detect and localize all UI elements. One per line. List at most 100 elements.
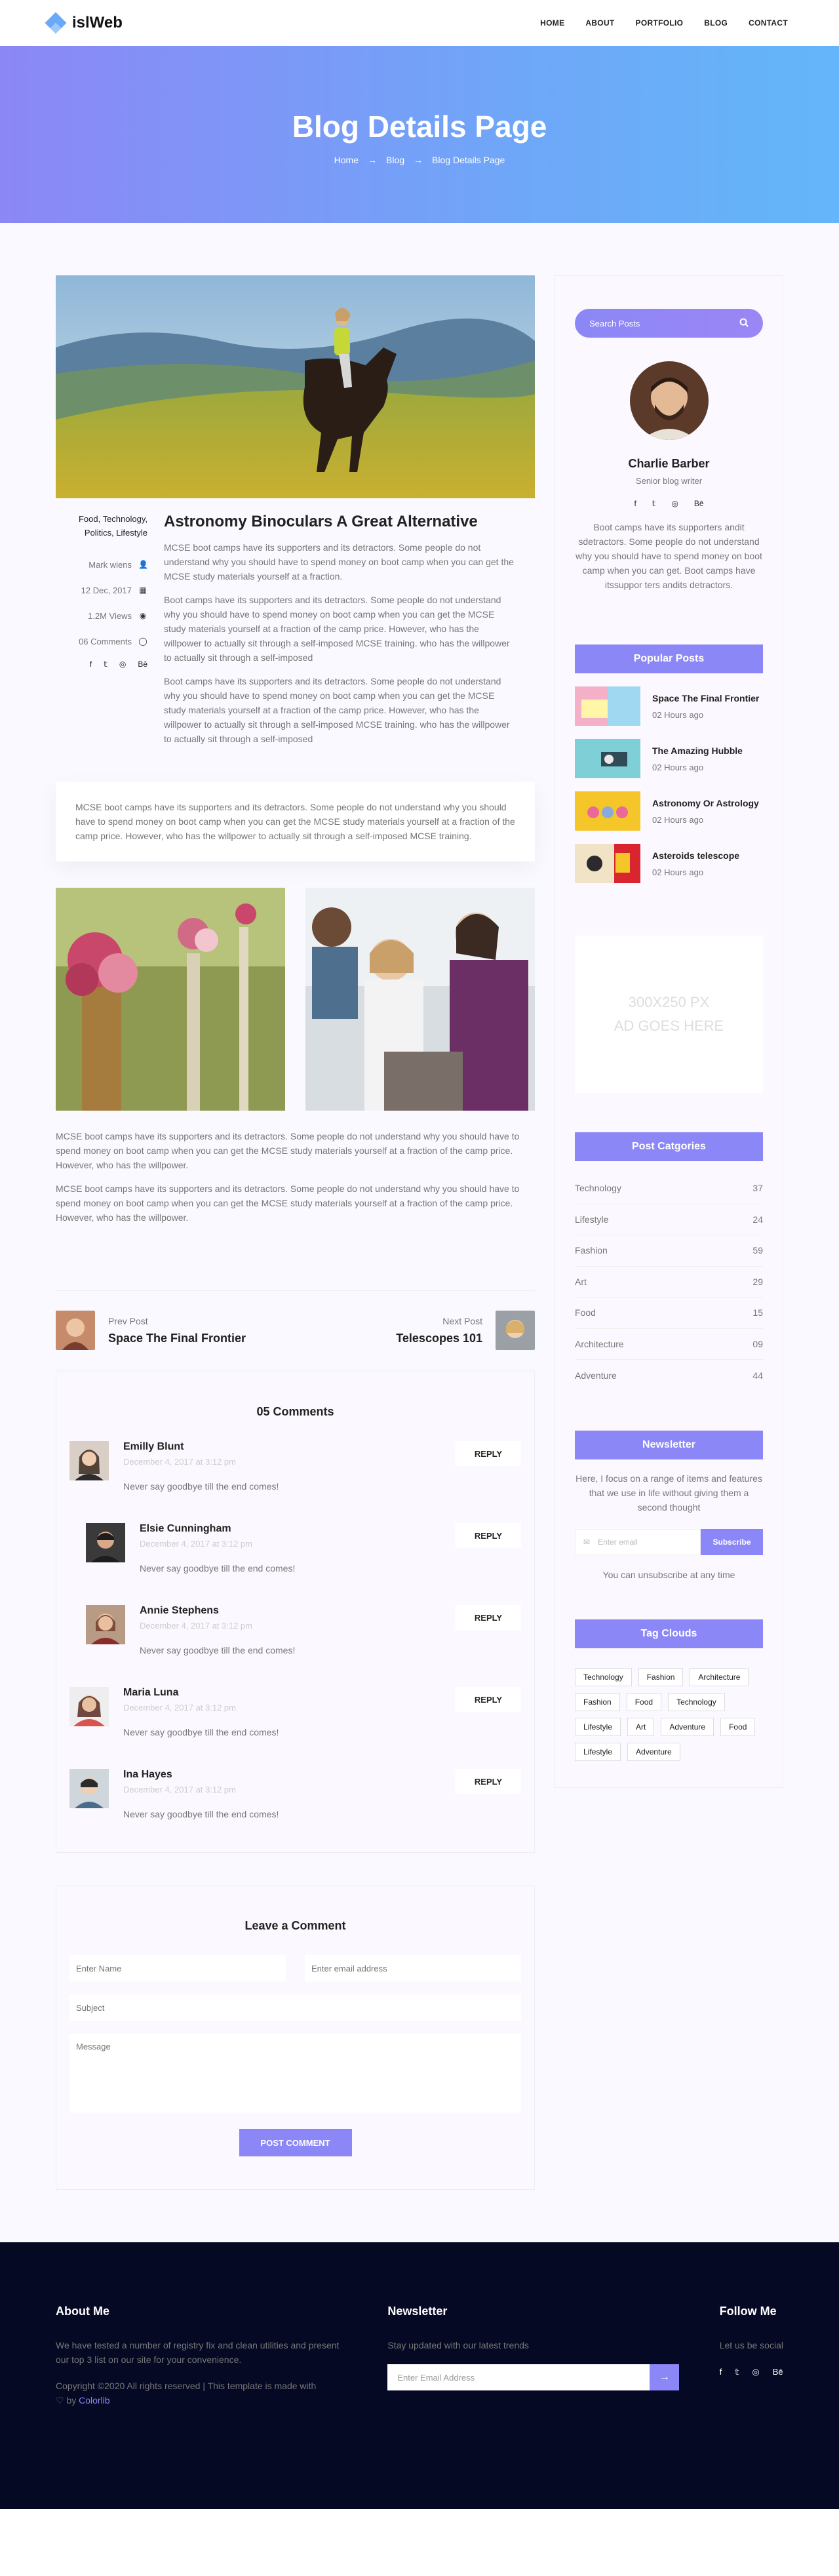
reply-button[interactable]: REPLY: [456, 1523, 521, 1548]
popular-post[interactable]: Space The Final Frontier 02 Hours ago: [575, 686, 763, 726]
popular-post[interactable]: The Amazing Hubble 02 Hours ago: [575, 739, 763, 778]
tag-item[interactable]: Architecture: [690, 1667, 749, 1686]
comments-title: 05 Comments: [256, 1405, 334, 1418]
footer-about-title: About Me: [56, 2305, 109, 2318]
category-item[interactable]: Art 29: [575, 1267, 763, 1298]
category-item[interactable]: Lifestyle 24: [575, 1204, 763, 1235]
footer-email-input[interactable]: Enter Email Address: [387, 2364, 650, 2390]
subscribe-button[interactable]: Subscribe: [701, 1528, 763, 1555]
post-comment-button[interactable]: POST COMMENT: [239, 2129, 352, 2156]
category-item[interactable]: Food 15: [575, 1298, 763, 1329]
user-icon: 👤: [138, 560, 148, 570]
ad-text: AD GOES HERE: [614, 1018, 724, 1034]
behance-icon[interactable]: Bē: [138, 660, 147, 669]
meta-date[interactable]: 12 Dec, 2017 ▦: [56, 578, 147, 603]
comment-author[interactable]: Emilly Blunt: [123, 1441, 279, 1453]
crumb-blog[interactable]: Blog: [386, 155, 404, 165]
nav-contact[interactable]: CONTACT: [749, 18, 788, 28]
meta-comments[interactable]: 06 Comments ◯: [56, 629, 147, 654]
prev-post-link[interactable]: Prev Post Space The Final Frontier: [56, 1311, 246, 1350]
category-item[interactable]: Adventure 44: [575, 1360, 763, 1391]
post-paragraph: MCSE boot camps have its supporters and …: [56, 1183, 520, 1223]
message-textarea[interactable]: [69, 2034, 521, 2112]
meta-author[interactable]: Mark wiens 👤: [56, 552, 148, 578]
dribbble-icon[interactable]: ◎: [752, 2367, 759, 2377]
reply-button[interactable]: REPLY: [456, 1687, 521, 1712]
arrow-right-icon[interactable]: →: [650, 2364, 680, 2390]
twitter-icon[interactable]: 𝕥: [735, 2367, 739, 2377]
category-item[interactable]: Fashion 59: [575, 1235, 763, 1267]
nav-home[interactable]: HOME: [540, 18, 564, 28]
tag-item[interactable]: Food: [626, 1692, 662, 1711]
post-tags[interactable]: Food, Technology, Politics, Lifestyle: [56, 513, 147, 540]
category-item[interactable]: Technology 37: [575, 1173, 763, 1204]
comment-author[interactable]: Maria Luna: [123, 1687, 279, 1699]
ad-placeholder[interactable]: 300X250 PX AD GOES HERE: [575, 936, 763, 1093]
feature-image: [56, 275, 535, 498]
tag-item[interactable]: Lifestyle: [575, 1742, 621, 1761]
post-date: 12 Dec, 2017: [81, 585, 132, 595]
facebook-icon[interactable]: f: [720, 2367, 722, 2377]
form-title: Leave a Comment: [244, 1919, 346, 1932]
post-title: Astronomy Binoculars A Great Alternative: [164, 513, 478, 530]
tag-item[interactable]: Food: [720, 1717, 756, 1736]
subject-input[interactable]: [69, 1994, 521, 2021]
popular-post-title[interactable]: Space The Final Frontier: [652, 693, 759, 703]
main-section: Food, Technology, Politics, Lifestyle Ma…: [0, 223, 839, 2242]
hero-banner: Blog Details Page Home → Blog → Blog Det…: [0, 46, 839, 223]
author-bio: Boot camps have its supporters andit sde…: [576, 522, 762, 590]
search-icon[interactable]: [739, 318, 749, 329]
popular-post-title[interactable]: Astronomy Or Astrology: [652, 798, 759, 808]
email-input[interactable]: [305, 1955, 521, 1981]
category-item[interactable]: Architecture 09: [575, 1329, 763, 1360]
footer-follow-text: Let us be social: [719, 2340, 783, 2350]
tag-item[interactable]: Fashion: [638, 1667, 684, 1686]
popular-post-thumb: [575, 791, 640, 831]
comment-author[interactable]: Elsie Cunningham: [140, 1523, 295, 1535]
popular-post[interactable]: Asteroids telescope 02 Hours ago: [575, 844, 763, 883]
tag-item[interactable]: Adventure: [627, 1742, 680, 1761]
post-paragraph: Boot camps have its supporters and its d…: [164, 595, 510, 663]
tag-item[interactable]: Fashion: [575, 1692, 620, 1711]
category-name: Fashion: [575, 1245, 608, 1256]
search-bar[interactable]: Search Posts: [575, 309, 763, 338]
reply-button[interactable]: REPLY: [456, 1441, 521, 1466]
github-icon[interactable]: ◎: [671, 499, 678, 508]
nav-portfolio[interactable]: PORTFOLIO: [636, 18, 684, 28]
twitter-icon[interactable]: 𝕥: [652, 499, 656, 508]
nav-blog[interactable]: BLOG: [704, 18, 728, 28]
newsletter-email-input[interactable]: ✉ Enter email: [575, 1528, 701, 1555]
post-paragraph: Boot camps have its supporters and its d…: [164, 676, 510, 744]
nav-about[interactable]: ABOUT: [585, 18, 614, 28]
behance-icon[interactable]: Bē: [773, 2367, 783, 2377]
category-name: Architecture: [575, 1338, 624, 1349]
tag-item[interactable]: Technology: [668, 1692, 725, 1711]
tag-item[interactable]: Technology: [575, 1667, 632, 1686]
tag-item[interactable]: Lifestyle: [575, 1717, 621, 1736]
github-icon[interactable]: ◎: [119, 660, 126, 669]
comment-author[interactable]: Ina Hayes: [123, 1769, 279, 1781]
reply-button[interactable]: REPLY: [456, 1769, 521, 1794]
popular-post-title[interactable]: Asteroids telescope: [652, 850, 739, 861]
site-logo[interactable]: islWeb: [45, 12, 123, 34]
search-input[interactable]: Search Posts: [589, 319, 640, 328]
twitter-icon[interactable]: 𝕥: [104, 660, 107, 669]
post-views: 1.2M Views: [88, 610, 132, 621]
prev-title: Space The Final Frontier: [108, 1331, 246, 1345]
reply-button[interactable]: REPLY: [456, 1605, 521, 1630]
category-name: Lifestyle: [575, 1214, 609, 1225]
next-post-link[interactable]: Next Post Telescopes 101: [396, 1311, 535, 1350]
comment-author[interactable]: Annie Stephens: [140, 1605, 295, 1617]
footer-newsletter: Newsletter Stay updated with our latest …: [387, 2305, 680, 2408]
popular-post-title[interactable]: The Amazing Hubble: [652, 745, 743, 756]
colorlib-link[interactable]: Colorlib: [79, 2395, 109, 2406]
facebook-icon[interactable]: f: [90, 660, 92, 669]
crumb-home[interactable]: Home: [334, 155, 359, 165]
meta-views[interactable]: 1.2M Views ◉: [56, 603, 147, 629]
facebook-icon[interactable]: f: [634, 499, 636, 508]
name-input[interactable]: [69, 1955, 286, 1981]
behance-icon[interactable]: Bē: [694, 499, 704, 508]
popular-post[interactable]: Astronomy Or Astrology 02 Hours ago: [575, 791, 763, 831]
tag-item[interactable]: Art: [627, 1717, 655, 1736]
tag-item[interactable]: Adventure: [661, 1717, 714, 1736]
